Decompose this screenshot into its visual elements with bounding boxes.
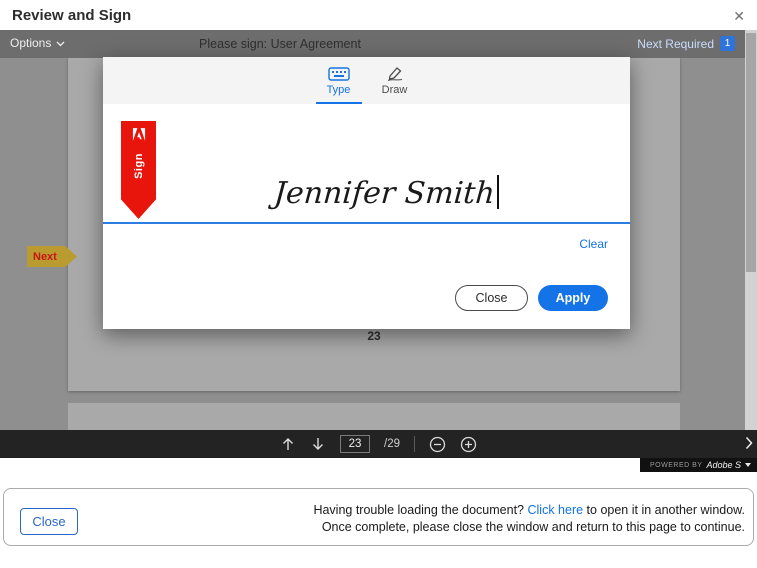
current-page-input[interactable]: 23 <box>340 435 370 453</box>
tab-draw[interactable]: Draw <box>372 65 418 104</box>
powered-by-badge: POWERED BY Adobe S <box>640 458 757 472</box>
ribbon-sign-label: Sign <box>133 153 145 179</box>
document-sign-prompt: Please sign: User Agreement <box>0 37 560 51</box>
scrollbar-thumb[interactable] <box>746 33 756 272</box>
clear-signature-link[interactable]: Clear <box>579 237 608 251</box>
zoom-out-icon[interactable] <box>429 436 446 453</box>
document-next-page <box>68 403 680 430</box>
sign-toolbar: Options Please sign: User Agreement Next… <box>0 30 757 58</box>
next-required-count-badge: 1 <box>720 36 735 51</box>
signature-dialog: Type Draw Sign Jennifer Smith Clear Clos… <box>103 57 630 329</box>
page-total-label: /29 <box>384 438 400 450</box>
help-intro: Having trouble loading the document? <box>313 503 524 517</box>
signature-input[interactable]: Jennifer Smith <box>163 175 610 221</box>
expand-toolbar-icon[interactable] <box>745 436 753 455</box>
pdf-toolbar: 23 /29 <box>0 430 757 458</box>
previous-page-button[interactable] <box>280 436 296 452</box>
page-number-label: 23 <box>68 329 680 343</box>
title-bar: Review and Sign ✕ <box>0 0 757 30</box>
text-cursor <box>497 175 499 209</box>
adobe-logo-icon <box>132 128 146 146</box>
next-required-label: Next Required <box>637 37 714 51</box>
signature-value: Jennifer Smith <box>273 176 496 211</box>
help-line2: Once complete, please close the window a… <box>322 520 745 534</box>
adobe-brand-label: Adobe S <box>706 460 741 470</box>
dialog-close-button[interactable]: Close <box>455 285 528 311</box>
next-required-button[interactable]: Next Required 1 <box>637 36 735 51</box>
help-text: Having trouble loading the document? Cli… <box>265 502 745 536</box>
click-here-link[interactable]: Click here <box>527 503 583 517</box>
apply-button[interactable]: Apply <box>538 285 608 311</box>
pdf-controls: 23 /29 <box>0 430 757 458</box>
next-field-arrow-label: Next <box>27 251 57 263</box>
help-rest: to open it in another window. <box>587 503 745 517</box>
footer-close-button[interactable]: Close <box>20 508 78 535</box>
zoom-in-icon[interactable] <box>460 436 477 453</box>
window-title: Review and Sign <box>12 7 131 24</box>
tab-type[interactable]: Type <box>316 65 362 104</box>
keyboard-icon <box>328 65 350 81</box>
tab-type-label: Type <box>327 84 351 96</box>
footer-panel: Close Having trouble loading the documen… <box>0 472 757 568</box>
signature-baseline <box>103 222 630 224</box>
tab-draw-label: Draw <box>382 84 408 96</box>
powered-by-label: POWERED BY <box>650 462 702 469</box>
toolbar-divider <box>414 436 415 452</box>
vertical-scrollbar[interactable] <box>745 30 757 430</box>
review-and-sign-window: Review and Sign ✕ Options Please sign: U… <box>0 0 757 568</box>
caret-down-icon <box>745 463 751 467</box>
signature-tabs: Type Draw <box>103 57 630 104</box>
close-icon[interactable]: ✕ <box>729 6 749 27</box>
pen-icon <box>386 65 404 81</box>
next-page-button[interactable] <box>310 436 326 452</box>
adobe-sign-ribbon: Sign <box>121 121 156 219</box>
